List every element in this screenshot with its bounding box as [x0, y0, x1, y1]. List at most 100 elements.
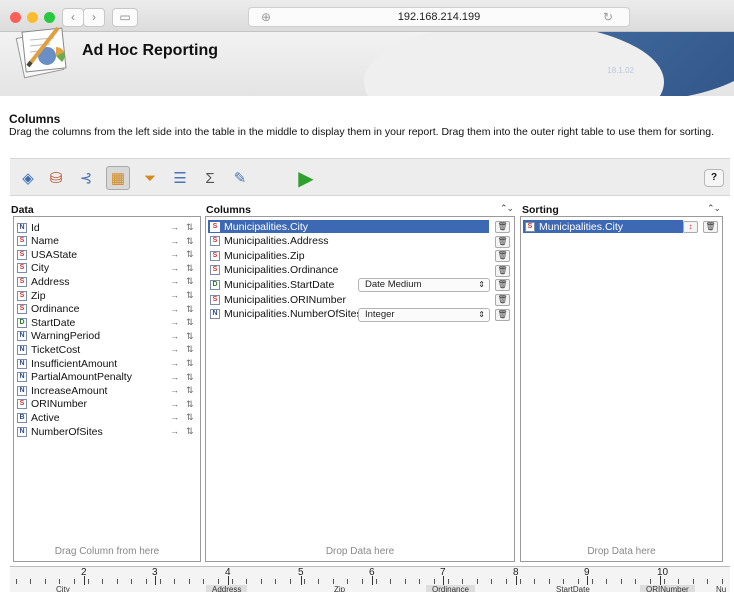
data-field-item[interactable]: S City — [17, 262, 49, 275]
add-to-sorting-icon[interactable]: ⇅ — [186, 399, 194, 410]
data-field-item[interactable]: N TicketCost — [17, 343, 80, 356]
add-to-sorting-icon[interactable]: ⇅ — [186, 426, 194, 437]
datasource-icon[interactable]: ◈ — [16, 166, 40, 190]
data-field-item[interactable]: S ORINumber — [17, 398, 87, 411]
data-field-item[interactable]: N WarningPeriod — [17, 330, 100, 343]
add-to-sorting-icon[interactable]: ⇅ — [186, 290, 194, 301]
data-field-item[interactable]: S Address — [17, 275, 70, 288]
add-to-columns-icon[interactable]: → — [170, 290, 179, 300]
add-to-sorting-icon[interactable]: ⇅ — [186, 263, 194, 274]
add-to-sorting-icon[interactable]: ⇅ — [186, 331, 194, 342]
database-icon[interactable]: ⛁ — [44, 166, 68, 190]
ruler-column-label[interactable]: StartDate — [550, 585, 596, 592]
run-icon[interactable]: ▶ — [294, 166, 318, 190]
report-column-item[interactable]: S Municipalities.City — [208, 220, 489, 233]
reload-icon[interactable]: ↻ — [603, 8, 613, 26]
data-field-item[interactable]: N PartialAmountPenalty — [17, 371, 132, 384]
ruler-column-label[interactable]: Ordinance — [426, 585, 475, 592]
type-s-icon: S — [210, 250, 220, 261]
add-to-sorting-icon[interactable]: ⇅ — [186, 249, 194, 260]
data-field-item[interactable]: S USAState — [17, 248, 77, 261]
grouping-icon[interactable]: ☰ — [168, 166, 192, 190]
app-version: 18.1.02 — [607, 66, 634, 75]
ruler-minor-tick — [635, 579, 637, 584]
data-field-label: Id — [31, 221, 40, 234]
columns-icon[interactable]: ▦ — [106, 166, 130, 190]
relations-icon[interactable]: ⊰ — [74, 166, 98, 190]
add-to-columns-icon[interactable]: → — [170, 385, 179, 395]
ruler-column-label[interactable]: City — [50, 585, 76, 592]
sum-icon[interactable]: Σ — [198, 166, 222, 190]
ruler-column-label[interactable]: Address — [206, 585, 248, 592]
remove-column-icon[interactable]: 🗑 — [495, 279, 510, 292]
data-field-item[interactable]: S Zip — [17, 289, 46, 302]
ruler-column-label[interactable]: ORINumber — [640, 585, 695, 592]
remove-column-icon[interactable]: 🗑 — [495, 308, 510, 321]
data-field-item[interactable]: D StartDate — [17, 316, 75, 329]
add-to-sorting-icon[interactable]: ⇅ — [186, 304, 194, 315]
report-column-item[interactable]: S Municipalities.Address — [208, 235, 489, 248]
remove-sort-icon[interactable]: 🗑 — [703, 221, 718, 233]
add-to-columns-icon[interactable]: → — [170, 263, 179, 273]
add-to-columns-icon[interactable]: → — [170, 331, 179, 341]
ruler-minor-tick — [347, 579, 349, 584]
format-select[interactable]: Integer ⇕ — [358, 307, 490, 322]
address-bar[interactable]: ⊕ 192.168.214.199 ↻ — [248, 7, 630, 27]
add-to-columns-icon[interactable]: → — [170, 358, 179, 368]
data-panel: Drag Column from here N Id → ⇅ S Name → ⇅ S USASt… — [13, 216, 201, 562]
report-column-item[interactable]: S Municipalities.ORINumber — [208, 293, 489, 306]
remove-column-icon[interactable]: 🗑 — [495, 235, 510, 248]
format-select-value: Integer — [365, 308, 395, 320]
add-to-columns-icon[interactable]: → — [170, 222, 179, 232]
forward-button[interactable]: › — [83, 8, 105, 27]
help-button[interactable]: ? — [704, 169, 724, 187]
ruler-column-label[interactable]: Zip — [328, 585, 351, 592]
data-field-item[interactable]: N Id — [17, 221, 40, 234]
add-to-columns-icon[interactable]: → — [170, 372, 179, 382]
add-to-columns-icon[interactable]: → — [170, 276, 179, 286]
data-field-item[interactable]: N InsufficientAmount — [17, 357, 117, 370]
add-to-sorting-icon[interactable]: ⇅ — [186, 276, 194, 287]
add-to-columns-icon[interactable]: → — [170, 317, 179, 327]
add-to-columns-icon[interactable]: → — [170, 412, 179, 422]
add-to-sorting-icon[interactable]: ⇅ — [186, 412, 194, 423]
add-to-sorting-icon[interactable]: ⇅ — [186, 222, 194, 233]
report-column-item[interactable]: S Municipalities.Zip — [208, 249, 489, 262]
add-to-sorting-icon[interactable]: ⇅ — [186, 358, 194, 369]
sidebar-toggle-button[interactable]: ▭ — [112, 8, 138, 27]
add-to-sorting-icon[interactable]: ⇅ — [186, 385, 194, 396]
ruler-column-label[interactable]: Nu — [710, 585, 732, 592]
remove-column-icon[interactable]: 🗑 — [495, 294, 510, 306]
sorting-collapse-icon[interactable]: ⌃⌄ — [707, 203, 721, 214]
report-column-item[interactable]: S Municipalities.Ordinance — [208, 264, 489, 277]
add-to-columns-icon[interactable]: → — [170, 399, 179, 409]
filter-icon[interactable]: ⏷ — [138, 166, 162, 190]
data-field-item[interactable]: S Ordinance — [17, 303, 79, 316]
columns-collapse-icon[interactable]: ⌃⌄ — [500, 203, 514, 214]
add-to-sorting-icon[interactable]: ⇅ — [186, 344, 194, 355]
remove-column-icon[interactable]: 🗑 — [495, 221, 510, 233]
ruler-minor-tick — [491, 579, 493, 584]
add-to-sorting-icon[interactable]: ⇅ — [186, 317, 194, 328]
type-s-icon: S — [210, 294, 220, 305]
remove-column-icon[interactable]: 🗑 — [495, 264, 510, 277]
add-to-sorting-icon[interactable]: ⇅ — [186, 372, 194, 383]
edit-icon[interactable]: ✎ — [228, 166, 252, 190]
data-field-item[interactable]: N IncreaseAmount — [17, 384, 107, 397]
add-to-columns-icon[interactable]: → — [170, 304, 179, 314]
type-s-icon: S — [210, 265, 220, 276]
data-field-item[interactable]: S Name — [17, 235, 59, 248]
data-field-item[interactable]: N NumberOfSites — [17, 425, 103, 438]
type-s-icon: S — [17, 304, 27, 315]
add-to-columns-icon[interactable]: → — [170, 426, 179, 436]
data-field-label: WarningPeriod — [31, 330, 101, 343]
format-select[interactable]: Date Medium ⇕ — [358, 278, 490, 293]
add-to-columns-icon[interactable]: → — [170, 236, 179, 246]
sort-direction-icon[interactable]: ↕ — [683, 221, 698, 233]
add-to-columns-icon[interactable]: → — [170, 249, 179, 259]
data-field-item[interactable]: B Active — [17, 411, 60, 424]
remove-column-icon[interactable]: 🗑 — [495, 250, 510, 263]
sort-item[interactable]: S Municipalities.City — [523, 220, 683, 233]
add-to-sorting-icon[interactable]: ⇅ — [186, 236, 194, 247]
add-to-columns-icon[interactable]: → — [170, 344, 179, 354]
